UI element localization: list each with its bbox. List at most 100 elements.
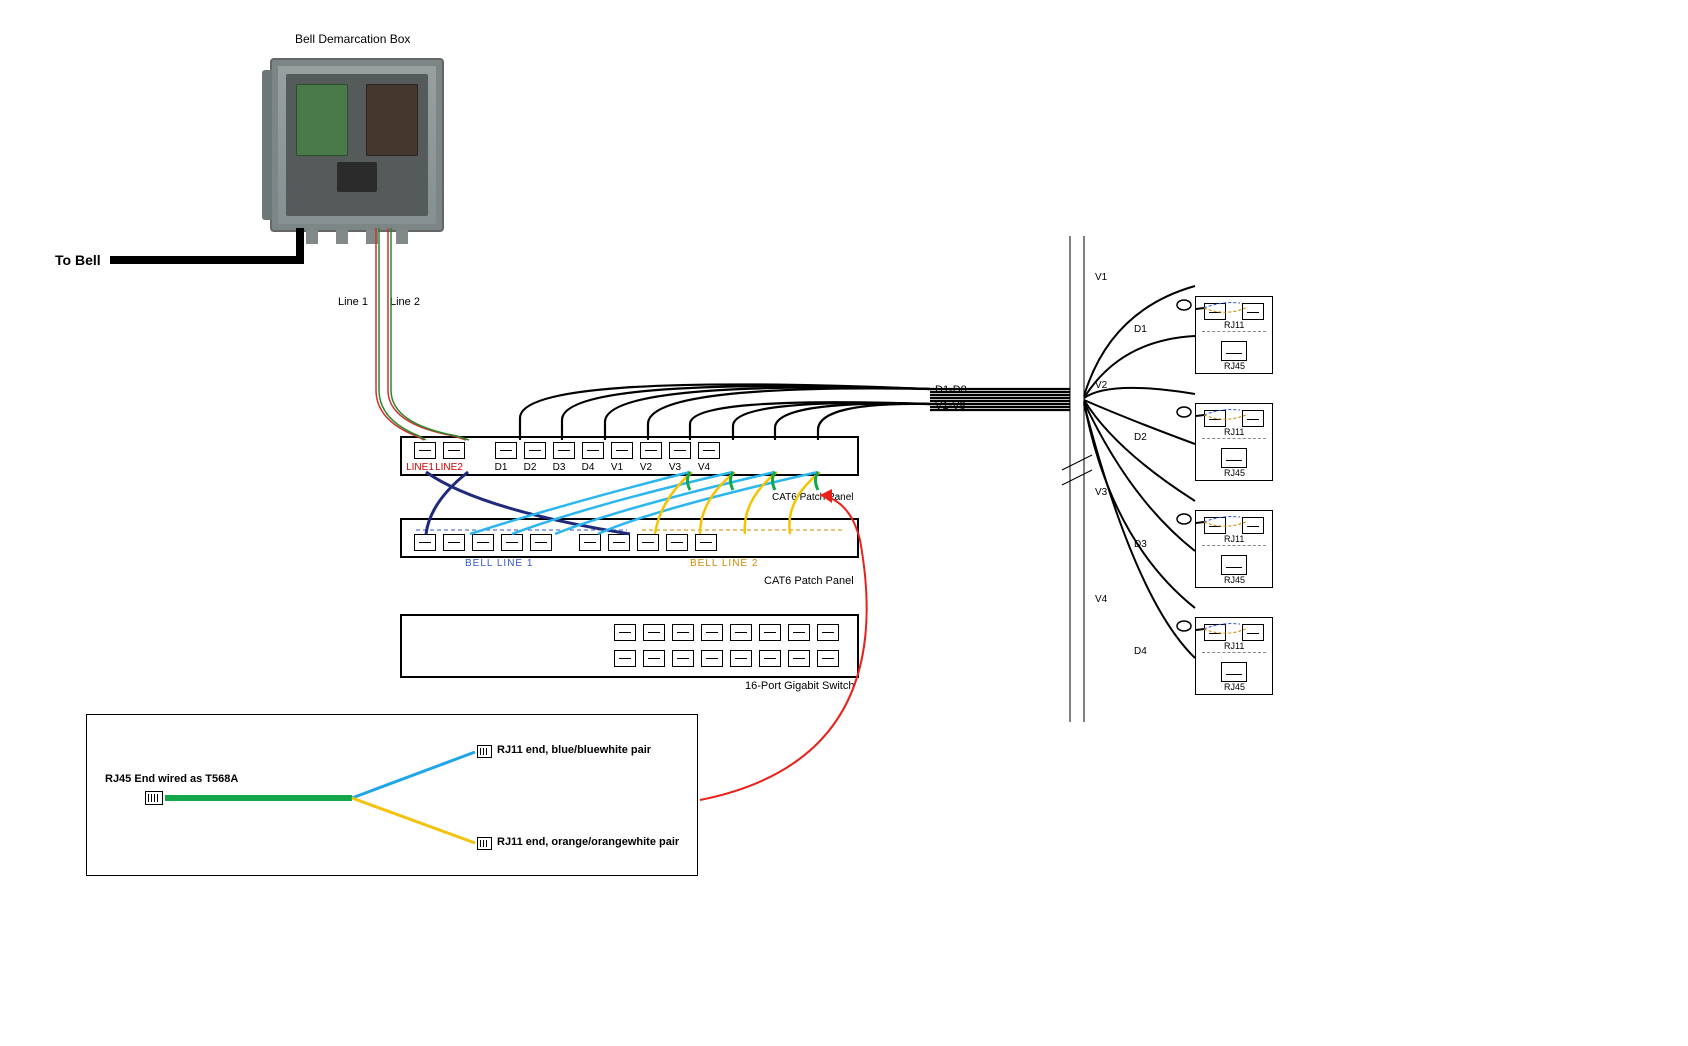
pp1-port-v4 [698, 442, 720, 459]
fanout-d1: D1 [1134, 324, 1147, 335]
rj45-label: RJ45 [1224, 361, 1245, 371]
fanout-v1: V1 [1095, 272, 1107, 283]
rj11-label: RJ11 [1224, 320, 1244, 330]
sw-ports-bot-7 [788, 650, 810, 667]
pp2-port-6 [579, 534, 601, 551]
switch-label: 16-Port Gigabit Switch [745, 680, 854, 692]
legend-box: RJ45 End wired as T568A RJ11 end, blue/b… [86, 714, 698, 876]
pp1-port-v2 [640, 442, 662, 459]
wallplate-body: RJ11 RJ45 [1195, 403, 1273, 481]
cat6-inline-label: CAT6 Patch Panel [772, 492, 854, 503]
rj45-label: RJ45 [1224, 468, 1245, 478]
fanout-d2: D2 [1134, 432, 1147, 443]
bell-line2-label: BELL LINE 2 [690, 558, 758, 569]
bundle-v-label: V1-V8 [935, 400, 966, 412]
pp1-port-d4 [582, 442, 604, 459]
sw-ports-bot-2 [643, 650, 665, 667]
sw-ports-bot-1 [614, 650, 636, 667]
pp2-port-5 [530, 534, 552, 551]
rj11-port-b [1242, 303, 1264, 320]
legend-rj11-orange-icon [477, 837, 492, 850]
sw-ports-top-4 [701, 624, 723, 641]
fanout-d4: D4 [1134, 646, 1147, 657]
bell-line1-label: BELL LINE 1 [465, 558, 533, 569]
pp2-port-2 [443, 534, 465, 551]
rj11-port-b [1242, 624, 1264, 641]
pp1-port-d2 [524, 442, 546, 459]
sw-ports-bot-5 [730, 650, 752, 667]
pp1-port-v3 [669, 442, 691, 459]
patch-panel-2 [400, 518, 859, 558]
patch-panel-1: LINE1LINE2D1D2D3D4V1V2V3V4 [400, 436, 859, 476]
pp2-port-4 [501, 534, 523, 551]
sw-ports-top-1 [614, 624, 636, 641]
sw-ports-top-2 [643, 624, 665, 641]
pp2-port-8 [637, 534, 659, 551]
rj45-port [1221, 341, 1247, 361]
sw-ports-top-7 [788, 624, 810, 641]
wallplate-body: RJ11 RJ45 [1195, 296, 1273, 374]
wallplate-2: RJ11 RJ45 [1195, 403, 1275, 481]
rj11-port-b [1242, 410, 1264, 427]
pp1-port-label-v3: V3 [660, 462, 690, 473]
sw-ports-top-8 [817, 624, 839, 641]
gigabit-switch [400, 614, 859, 678]
demarcation-box [270, 58, 444, 232]
pp1-port-label-d3: D3 [544, 462, 574, 473]
wallplate-body: RJ11 RJ45 [1195, 617, 1273, 695]
legend-rj11-blue-label: RJ11 end, blue/bluewhite pair [497, 744, 651, 756]
fanout-d3: D3 [1134, 539, 1147, 550]
fanout-v4: V4 [1095, 594, 1107, 605]
rj11-port-a [1204, 303, 1226, 320]
pp1-port-v1 [611, 442, 633, 459]
rj45-port [1221, 448, 1247, 468]
legend-rj11-blue-icon [477, 745, 492, 758]
pp1-port-label-d2: D2 [515, 462, 545, 473]
pp1-port-d3 [553, 442, 575, 459]
pp1-port-label-v2: V2 [631, 462, 661, 473]
sw-ports-bot-3 [672, 650, 694, 667]
legend-rj45-label: RJ45 End wired as T568A [105, 773, 238, 785]
diagram-stage: Bell Demarcation Box To Bell Line 1 Line… [0, 0, 1688, 1046]
rj11-port-b [1242, 517, 1264, 534]
to-bell-label: To Bell [55, 252, 101, 268]
rj45-label: RJ45 [1224, 682, 1245, 692]
pp1-port-label-line2: LINE2 [434, 462, 464, 473]
demarcation-title: Bell Demarcation Box [295, 32, 410, 46]
pp2-port-1 [414, 534, 436, 551]
pp1-port-label-d4: D4 [573, 462, 603, 473]
sw-ports-bot-8 [817, 650, 839, 667]
rj45-label: RJ45 [1224, 575, 1245, 585]
fanout-v3: V3 [1095, 487, 1107, 498]
pp2-port-7 [608, 534, 630, 551]
rj11-label: RJ11 [1224, 427, 1244, 437]
line2-label: Line 2 [390, 296, 420, 308]
sw-ports-top-6 [759, 624, 781, 641]
bundle-d-label: D1-D8 [935, 384, 967, 396]
sw-ports-bot-6 [759, 650, 781, 667]
wallplate-1: RJ11 RJ45 [1195, 296, 1275, 374]
pp1-port-label-line1: LINE1 [405, 462, 435, 473]
cat6-patch-panel-label: CAT6 Patch Panel [764, 575, 854, 587]
fanout-v2: V2 [1095, 380, 1107, 391]
pp2-port-9 [666, 534, 688, 551]
rj45-port [1221, 555, 1247, 575]
sw-ports-top-5 [730, 624, 752, 641]
pp2-port-3 [472, 534, 494, 551]
legend-rj11-orange-label: RJ11 end, orange/orangewhite pair [497, 836, 679, 848]
pp1-port-label-d1: D1 [486, 462, 516, 473]
pp1-port-d1 [495, 442, 517, 459]
rj11-port-a [1204, 517, 1226, 534]
rj45-port [1221, 662, 1247, 682]
wallplate-body: RJ11RJ45 [1195, 510, 1273, 588]
rj11-label: RJ11 [1224, 641, 1244, 651]
wallplate-3: RJ11RJ45 [1195, 510, 1275, 588]
pp1-port-line1 [414, 442, 436, 459]
rj11-port-a [1204, 410, 1226, 427]
legend-rj45-icon [145, 791, 163, 805]
line1-label: Line 1 [338, 296, 368, 308]
wallplate-4: RJ11 RJ45 [1195, 617, 1275, 695]
sw-ports-bot-4 [701, 650, 723, 667]
pp1-port-line2 [443, 442, 465, 459]
pp1-port-label-v1: V1 [602, 462, 632, 473]
